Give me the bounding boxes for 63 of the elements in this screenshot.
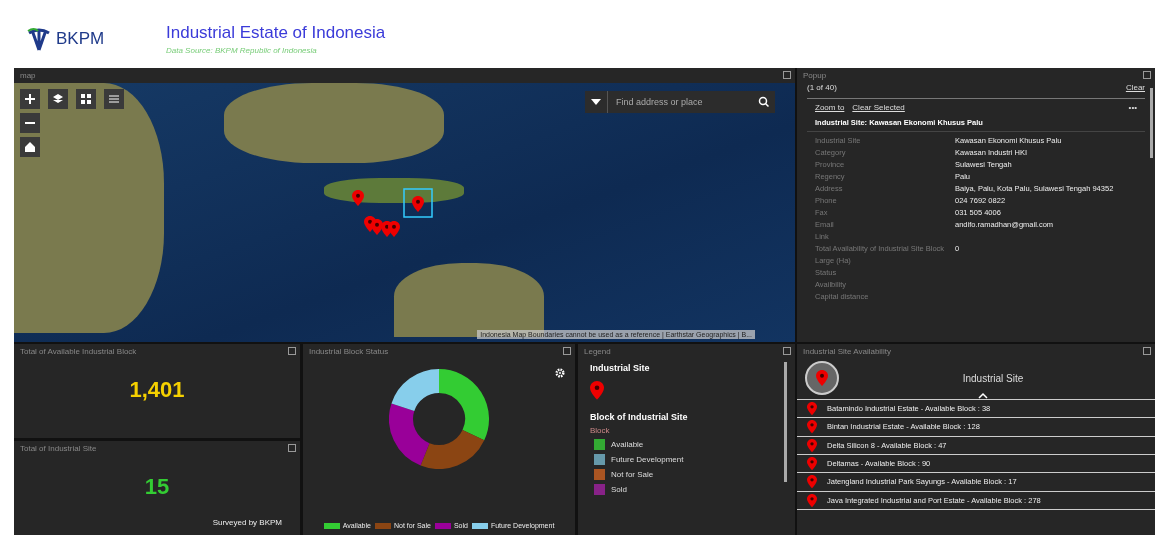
maximize-icon[interactable] <box>563 347 571 355</box>
map-pin-icon <box>807 438 817 452</box>
home-icon <box>25 142 35 152</box>
action-link[interactable]: Clear Selected <box>852 103 905 112</box>
zoom-out-button[interactable] <box>20 113 40 133</box>
selection-box <box>403 188 433 218</box>
logo-icon <box>26 27 52 51</box>
scrollbar[interactable] <box>1150 88 1153 158</box>
panel-title: Popup <box>802 70 828 82</box>
map-pin-icon[interactable] <box>352 190 364 206</box>
layers-icon <box>53 94 63 104</box>
clear-link[interactable]: Clear <box>1125 83 1145 92</box>
stat-value: 15 <box>144 474 170 500</box>
legend-field: Block <box>590 425 783 435</box>
grid-button[interactable] <box>76 89 96 109</box>
legend-label: Available <box>611 439 644 449</box>
map-pin-icon[interactable] <box>371 219 383 235</box>
maximize-icon[interactable] <box>288 347 296 355</box>
legend-label: Not for Sale <box>611 469 654 479</box>
panel-title: Legend <box>583 346 612 358</box>
panel-title: Total of Available Industrial Block <box>19 346 138 358</box>
settings-icon[interactable] <box>555 368 565 378</box>
search-field[interactable]: Find address or place <box>585 91 775 113</box>
home-button[interactable] <box>20 137 40 157</box>
panel-title: Total of Industrial Site <box>19 443 98 455</box>
map-pin-icon <box>807 402 817 416</box>
map-pin-icon[interactable] <box>388 221 400 237</box>
list-button[interactable] <box>104 89 124 109</box>
maximize-icon[interactable] <box>1143 347 1151 355</box>
logo-text: BKPM <box>56 29 105 49</box>
list-icon <box>109 94 119 104</box>
legend-label: Future Development <box>611 454 684 464</box>
legend-heading: Industrial Site <box>590 363 651 373</box>
maximize-icon[interactable] <box>1143 71 1151 79</box>
maximize-icon[interactable] <box>288 444 296 452</box>
list-heading: Industrial Site <box>961 372 1025 384</box>
scrollbar[interactable] <box>784 362 787 482</box>
stat-value: 1,401 <box>129 377 185 403</box>
map-pin-icon[interactable] <box>412 196 424 212</box>
panel-title: Industrial Block Status <box>308 346 390 358</box>
map-pin-icon <box>807 493 817 507</box>
zoom-in-button[interactable] <box>20 89 40 109</box>
panel-title: map <box>19 70 37 82</box>
action-link[interactable]: Zoom to <box>815 103 845 112</box>
map-pin-icon <box>816 370 828 386</box>
map-pin-icon <box>807 475 817 489</box>
grid-icon <box>81 94 91 104</box>
collapse-icon[interactable] <box>976 392 990 400</box>
page-subtitle: Data Source: BKPM Republic of Indonesia <box>166 46 318 55</box>
map-pin-icon <box>807 420 817 434</box>
panel-title: Industrial Site Availability <box>802 346 892 358</box>
legend-heading: Block of Industrial Site <box>590 411 689 422</box>
more-button[interactable]: ••• <box>1128 103 1137 112</box>
layers-button[interactable] <box>48 89 68 109</box>
page-title: Industrial Estate of Indonesia <box>166 23 386 43</box>
maximize-icon[interactable] <box>783 71 791 79</box>
legend-label: Sold <box>611 484 627 494</box>
plus-icon <box>25 94 35 104</box>
stat-note: Surveyed by BKPM <box>212 518 282 527</box>
result-counter: (1 of 40) <box>807 83 837 92</box>
map-pin-icon <box>807 457 817 471</box>
map-pin-icon <box>590 381 604 400</box>
maximize-icon[interactable] <box>783 347 791 355</box>
